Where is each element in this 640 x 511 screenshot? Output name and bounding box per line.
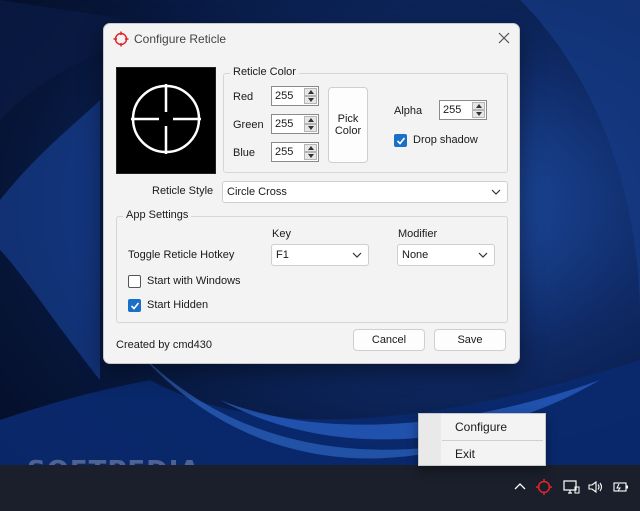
green-label: Green <box>233 119 264 131</box>
modifier-dropdown[interactable]: None <box>397 244 495 266</box>
blue-label: Blue <box>233 147 256 159</box>
configure-reticle-dialog: Configure Reticle Reticle Color Red 255 … <box>103 23 520 364</box>
start-with-windows-label[interactable]: Start with Windows <box>147 275 241 287</box>
blue-decrement[interactable] <box>304 152 317 160</box>
chevron-down-icon <box>352 252 362 258</box>
close-icon <box>498 32 510 44</box>
modifier-value: None <box>402 249 429 261</box>
key-header: Key <box>272 228 291 240</box>
checkmark-icon <box>130 302 140 310</box>
alpha-value: 255 <box>443 104 462 116</box>
blue-increment[interactable] <box>304 144 317 152</box>
volume-icon[interactable] <box>587 478 605 496</box>
reticle-icon <box>113 31 129 47</box>
red-spinbox[interactable]: 255 <box>271 86 319 106</box>
reticle-style-value: Circle Cross <box>227 186 287 198</box>
cancel-button[interactable]: Cancel <box>353 329 425 351</box>
key-dropdown[interactable]: F1 <box>271 244 369 266</box>
red-decrement[interactable] <box>304 96 317 104</box>
green-value: 255 <box>275 118 294 130</box>
reticle-color-title: Reticle Color <box>230 66 299 78</box>
chevron-up-icon[interactable] <box>511 478 529 496</box>
blue-value: 255 <box>275 146 294 158</box>
tray-context-menu: Configure Exit <box>418 413 546 466</box>
save-button[interactable]: Save <box>434 329 506 351</box>
red-value: 255 <box>275 90 294 102</box>
pick-color-line1: Pick <box>337 113 359 125</box>
blue-spinbox[interactable]: 255 <box>271 142 319 162</box>
alpha-label: Alpha <box>394 105 423 117</box>
menu-separator <box>442 440 543 441</box>
start-hidden-label[interactable]: Start Hidden <box>147 299 208 311</box>
app-settings-title: App Settings <box>123 209 192 221</box>
alpha-increment[interactable] <box>472 102 485 110</box>
reticle-preview <box>116 67 216 174</box>
chevron-down-icon <box>478 252 488 258</box>
green-decrement[interactable] <box>304 124 317 132</box>
menu-item-exit[interactable]: Exit <box>455 447 475 461</box>
checkmark-icon <box>396 137 406 145</box>
reticle-style-label: Reticle Style <box>152 185 214 197</box>
reticle-style-dropdown[interactable]: Circle Cross <box>222 181 508 203</box>
alpha-decrement[interactable] <box>472 110 485 118</box>
dialog-title: Configure Reticle <box>134 32 227 46</box>
start-hidden-checkbox[interactable] <box>128 299 141 312</box>
credit-text: Created by cmd430 <box>116 339 212 351</box>
drop-shadow-checkbox[interactable] <box>394 134 407 147</box>
chevron-down-icon <box>491 189 501 195</box>
hotkey-label: Toggle Reticle Hotkey <box>128 249 235 261</box>
red-label: Red <box>233 91 254 103</box>
cancel-label: Cancel <box>371 334 407 346</box>
pick-color-button[interactable]: Pick Color <box>328 87 368 163</box>
title-bar[interactable]: Configure Reticle <box>104 24 519 54</box>
menu-item-configure[interactable]: Configure <box>455 420 507 434</box>
key-value: F1 <box>276 249 289 261</box>
start-with-windows-checkbox[interactable] <box>128 275 141 288</box>
green-increment[interactable] <box>304 116 317 124</box>
green-spinbox[interactable]: 255 <box>271 114 319 134</box>
alpha-spinbox[interactable]: 255 <box>439 100 487 120</box>
red-increment[interactable] <box>304 88 317 96</box>
modifier-header: Modifier <box>398 228 438 240</box>
drop-shadow-label[interactable]: Drop shadow <box>413 134 478 146</box>
battery-icon[interactable] <box>612 478 630 496</box>
menu-icon-column <box>419 414 441 465</box>
taskbar <box>0 465 640 511</box>
network-icon[interactable] <box>562 478 580 496</box>
pick-color-line2: Color <box>334 125 362 137</box>
reticle-tray-icon[interactable] <box>535 478 553 496</box>
save-label: Save <box>457 334 483 346</box>
close-button[interactable] <box>495 29 513 47</box>
